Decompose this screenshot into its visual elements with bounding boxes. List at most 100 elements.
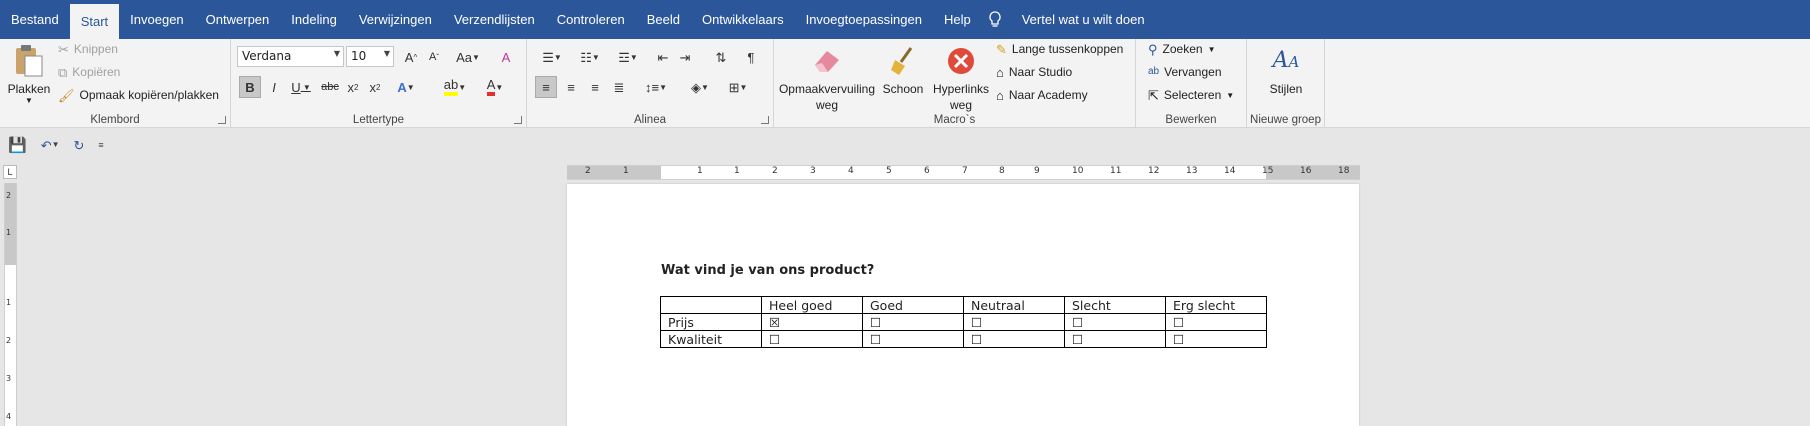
find-button[interactable]: ⚲ Zoeken ▼ [1148, 42, 1215, 56]
show-marks-button[interactable]: ¶ [741, 46, 761, 68]
shrink-font-button[interactable]: Aˇ [424, 46, 444, 68]
styles-button[interactable]: AA Stijlen [1259, 39, 1313, 97]
ruler-tick-label: 4 [6, 412, 12, 421]
rating-checkbox[interactable]: ☐ [761, 330, 863, 348]
tab-start[interactable]: Start [69, 4, 120, 39]
to-academy-button[interactable]: ⌂ Naar Academy [996, 88, 1088, 102]
change-case-button[interactable]: Aa ▼ [453, 46, 483, 68]
highlight-button[interactable]: ab ▼ [439, 76, 471, 98]
line-spacing-button[interactable]: ↕≡ ▼ [639, 76, 673, 98]
rating-checkbox[interactable]: ☐ [963, 330, 1065, 348]
ruler-tick-label: 8 [999, 166, 1005, 176]
format-painter-button[interactable]: 🖌 Opmaak kopiëren/plakken [58, 88, 219, 102]
home-icon: ⌂ [996, 64, 1004, 80]
group-new: AA Stijlen Nieuwe groep [1247, 39, 1325, 128]
dialog-launcher-icon[interactable] [761, 116, 769, 124]
replace-icon: ab [1148, 66, 1160, 77]
font-name-combo[interactable]: Verdana ▼ [237, 46, 344, 67]
redo-icon[interactable]: ↻ [74, 139, 85, 152]
table-header-cell: Erg slecht [1165, 296, 1267, 314]
rating-checkbox[interactable]: ☐ [862, 330, 964, 348]
dialog-launcher-icon[interactable] [218, 116, 226, 124]
clean-button[interactable]: Schoon [881, 39, 925, 97]
text-effects-button[interactable]: A ▼ [391, 76, 421, 98]
borders-button[interactable]: ⊞ ▼ [721, 76, 755, 98]
long-dash-button[interactable]: ✎ Lange tussenkoppen [996, 42, 1123, 56]
font-color-icon: A [486, 78, 496, 96]
increase-indent-icon: ⇥ [679, 49, 691, 65]
rating-checkbox[interactable]: ☐ [963, 313, 1065, 331]
bullets-button[interactable]: ☰ ▼ [535, 46, 569, 68]
rating-checkbox[interactable]: ☒ [761, 313, 863, 331]
save-icon[interactable]: 💾 [8, 138, 27, 153]
customize-qat-icon[interactable]: ≡ [98, 140, 103, 150]
clear-formatting-button[interactable]: A [496, 46, 516, 68]
italic-button[interactable]: I [264, 76, 284, 98]
subscript-button[interactable]: x2 [343, 76, 363, 98]
font-size-combo[interactable]: 10 ▼ [346, 46, 394, 67]
highlighter-icon: ab [443, 78, 459, 96]
shading-button[interactable]: ◈ ▼ [683, 76, 717, 98]
to-studio-button[interactable]: ⌂ Naar Studio [996, 65, 1072, 79]
cursor-icon: ⇱ [1148, 87, 1159, 103]
tab-help[interactable]: Help [933, 0, 982, 39]
align-right-button[interactable]: ≡ [584, 76, 606, 98]
ruler-tick-label: 4 [848, 166, 854, 176]
decrease-indent-button[interactable]: ⇤ [653, 46, 673, 68]
quick-access-toolbar: 💾 ↶ ▼ ↻ ≡ [0, 128, 1810, 162]
group-clipboard: Plakken ▼ ✂ Knippen ⧉ Kopiëren 🖌 Opmaak kop… [0, 39, 231, 128]
bold-button[interactable]: B [239, 76, 261, 98]
tab-invoegtoepassingen[interactable]: Invoegtoepassingen [795, 0, 933, 39]
tab-verwijzingen[interactable]: Verwijzingen [348, 0, 443, 39]
sort-button[interactable]: ⇅ [711, 46, 731, 68]
tell-me-search[interactable]: Vertel wat u wilt doen [982, 10, 1145, 29]
tab-bestand[interactable]: Bestand [0, 0, 70, 39]
increase-indent-button[interactable]: ⇥ [675, 46, 695, 68]
chevron-down-icon: ▼ [383, 49, 390, 58]
tab-ontwerpen[interactable]: Ontwerpen [195, 0, 281, 39]
tab-controleren[interactable]: Controleren [546, 0, 636, 39]
align-left-button[interactable]: ≡ [535, 76, 557, 98]
tab-indeling[interactable]: Indeling [280, 0, 348, 39]
paste-button[interactable]: Plakken ▼ [6, 39, 52, 105]
brush-icon: 🖌 [58, 87, 75, 103]
replace-button[interactable]: ab Vervangen [1148, 65, 1222, 79]
tab-invoegen[interactable]: Invoegen [119, 0, 195, 39]
justify-button[interactable]: ≣ [608, 76, 630, 98]
undo-icon[interactable]: ↶ ▼ [41, 139, 60, 152]
rating-checkbox[interactable]: ☐ [1064, 330, 1166, 348]
rating-checkbox[interactable]: ☐ [1165, 330, 1267, 348]
table-row: Prijs ☒ ☐ ☐ ☐ ☐ [660, 313, 1267, 331]
horizontal-ruler[interactable]: 2 1 1 1 2 3 4 5 6 7 8 9 10 11 12 13 14 1… [567, 165, 1360, 180]
dialog-launcher-icon[interactable] [514, 116, 522, 124]
eraser-icon [809, 43, 845, 79]
hyperlinks-button[interactable]: Hyperlinks weg [930, 39, 992, 113]
tell-me-label: Vertel wat u wilt doen [1021, 12, 1145, 27]
tab-beeld[interactable]: Beeld [636, 0, 691, 39]
numbering-button[interactable]: ☷ ▼ [573, 46, 607, 68]
rating-checkbox[interactable]: ☐ [1165, 313, 1267, 331]
broom-icon [885, 43, 921, 79]
document-page[interactable]: Wat vind je van ons product? Heel goed G… [567, 184, 1359, 426]
underline-button[interactable]: U ▼ [287, 76, 315, 98]
tab-verzendlijsten[interactable]: Verzendlijsten [443, 0, 546, 39]
align-center-button[interactable]: ≡ [560, 76, 582, 98]
font-color-button[interactable]: A ▼ [479, 76, 511, 98]
cut-button[interactable]: ✂ Knippen [58, 42, 118, 56]
clean-format-label: Opmaakvervuiling weg [778, 82, 876, 112]
select-button[interactable]: ⇱ Selecteren ▼ [1148, 88, 1234, 102]
copy-button[interactable]: ⧉ Kopiëren [58, 65, 120, 79]
tab-selector[interactable]: L [3, 165, 17, 179]
strikethrough-button[interactable]: abc [319, 76, 341, 98]
grow-font-button[interactable]: A ^ [401, 46, 421, 68]
vertical-ruler[interactable]: 2 1 1 1 2 3 4 [4, 183, 17, 426]
group-label-paragraph: Alinea [634, 114, 666, 126]
hyperlinks-label: Hyperlinks weg [932, 82, 989, 112]
justify-icon: ≣ [613, 79, 625, 95]
multilevel-list-button[interactable]: ☲ ▼ [611, 46, 645, 68]
rating-checkbox[interactable]: ☐ [862, 313, 964, 331]
rating-checkbox[interactable]: ☐ [1064, 313, 1166, 331]
superscript-button[interactable]: x2 [365, 76, 385, 98]
clean-format-button[interactable]: Opmaakvervuiling weg [779, 39, 875, 113]
tab-ontwikkelaars[interactable]: Ontwikkelaars [691, 0, 795, 39]
